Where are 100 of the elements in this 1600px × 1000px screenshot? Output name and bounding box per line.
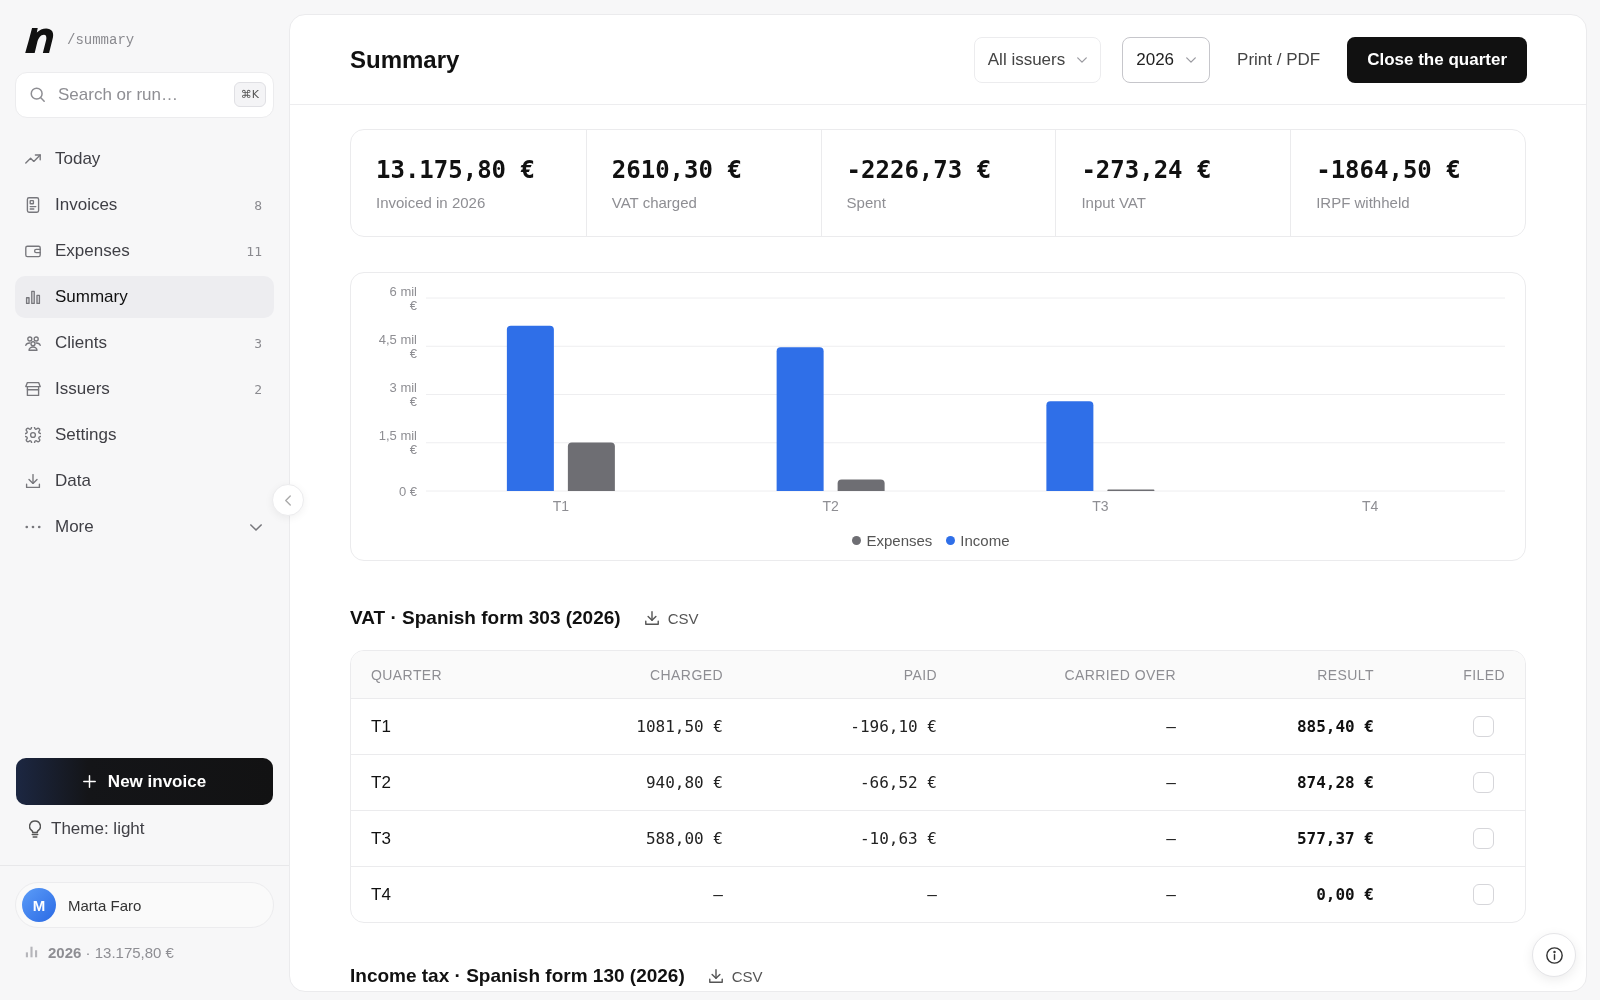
csv-export-button[interactable]: CSV xyxy=(640,607,703,629)
item-count: 3 xyxy=(254,335,262,351)
axis-tick-label: 6 mil € xyxy=(389,283,417,313)
user-menu[interactable]: M Marta Faro xyxy=(15,882,274,928)
nav-item[interactable]: Clients 3 xyxy=(15,322,274,364)
stat-value: 13.175,80 € xyxy=(376,155,536,184)
filed-checkbox[interactable] xyxy=(1473,828,1494,849)
info-icon xyxy=(1545,946,1563,964)
legend-label: Expenses xyxy=(866,532,933,549)
column-header: RESULT xyxy=(1317,666,1374,683)
logo-icon xyxy=(25,27,55,53)
stat-value: -2226,73 € xyxy=(846,155,993,184)
stat-value: -1864,50 € xyxy=(1316,155,1462,184)
table-cell: -196,10 € xyxy=(850,717,937,736)
table-cell: 1081,50 € xyxy=(636,717,723,736)
table-cell: – xyxy=(1166,885,1176,904)
filter-dropdown[interactable]: 2026 xyxy=(1122,36,1211,83)
people-icon xyxy=(25,335,41,351)
filed-checkbox[interactable] xyxy=(1473,716,1494,737)
table-cell: T2 xyxy=(371,772,391,793)
legend-label: Income xyxy=(960,532,1010,549)
table-cell: -66,52 € xyxy=(859,773,937,792)
page-title: Summary xyxy=(350,45,460,74)
chevron-down-icon xyxy=(1077,56,1088,63)
breadcrumb-path: /summary xyxy=(67,32,135,48)
keyboard-shortcut: ⌘K xyxy=(233,82,266,107)
more-menu-item[interactable]: More xyxy=(15,506,274,548)
trend-up-icon xyxy=(25,151,41,167)
axis-tick-label: 0 € xyxy=(398,483,417,499)
item-count: 11 xyxy=(246,243,262,259)
table-cell: – xyxy=(1166,717,1176,736)
theme-toggle[interactable]: Theme: light xyxy=(15,812,155,846)
column-header: CHARGED xyxy=(650,666,723,683)
stat-label: VAT charged xyxy=(611,193,698,211)
nav-item[interactable]: Issuers 2 xyxy=(15,368,274,410)
table-cell: 940,80 € xyxy=(645,773,723,792)
table-cell: 577,37 € xyxy=(1296,829,1374,848)
new-invoice-button[interactable]: New invoice xyxy=(16,758,273,805)
collapse-sidebar-button[interactable] xyxy=(272,484,304,516)
table-cell: – xyxy=(1166,773,1176,792)
table-cell: – xyxy=(927,885,937,904)
axis-tick-label: 4,5 mil € xyxy=(378,331,417,361)
axis-tick-label: 1,5 mil € xyxy=(378,428,417,458)
plus-icon xyxy=(82,775,96,788)
stat-value: -273,24 € xyxy=(1081,155,1213,184)
column-header: CARRIED OVER xyxy=(1064,666,1176,683)
print-button[interactable]: Print / PDF xyxy=(1231,36,1327,83)
nav-item[interactable]: Expenses 11 xyxy=(15,230,274,272)
nav-item[interactable]: Today xyxy=(15,138,274,180)
axis-tick-label: 3 mil € xyxy=(389,380,417,409)
nav-item[interactable]: Settings xyxy=(15,414,274,456)
item-count: 8 xyxy=(254,197,262,213)
bar-chart-icon xyxy=(25,289,41,305)
column-header: QUARTER xyxy=(371,666,443,683)
download-icon xyxy=(25,473,41,489)
download-icon xyxy=(644,611,659,625)
filter-dropdown[interactable]: All issuers xyxy=(973,36,1102,83)
storefront-icon xyxy=(25,381,41,397)
item-count: 2 xyxy=(254,381,262,397)
lightbulb-icon xyxy=(29,820,41,838)
chevron-down-icon xyxy=(1186,56,1197,63)
table-cell: T1 xyxy=(371,716,391,737)
download-icon xyxy=(708,969,723,983)
table-cell: T4 xyxy=(371,884,391,905)
table-cell: – xyxy=(713,885,723,904)
table-cell: 874,28 € xyxy=(1296,773,1374,792)
year-total: 2026 · 13.175,80 € xyxy=(48,943,174,961)
receipt-icon xyxy=(25,197,41,213)
axis-category-label: T1 xyxy=(552,498,570,514)
table-cell: 0,00 € xyxy=(1316,885,1374,904)
column-header: PAID xyxy=(903,666,937,683)
table-cell: -10,63 € xyxy=(859,829,937,848)
nav-item[interactable]: Data xyxy=(15,460,274,502)
table-cell: – xyxy=(1166,829,1176,848)
stat-label: Spent xyxy=(846,193,887,211)
stat-label: Invoiced in 2026 xyxy=(376,193,487,211)
section-title: VAT · Spanish form 303 (2026) xyxy=(350,607,621,629)
user-avatar: M xyxy=(22,888,56,922)
column-header: FILED xyxy=(1463,666,1505,683)
axis-category-label: T2 xyxy=(822,498,839,514)
table-cell: 588,00 € xyxy=(645,829,723,848)
section-title: Income tax · Spanish form 130 (2026) xyxy=(350,965,685,987)
stat-value: 2610,30 € xyxy=(611,155,743,184)
bar-chart-icon xyxy=(25,946,38,958)
axis-category-label: T4 xyxy=(1361,498,1379,514)
filed-checkbox[interactable] xyxy=(1473,772,1494,793)
table-cell: T3 xyxy=(371,828,391,849)
csv-export-button[interactable]: CSV xyxy=(704,965,767,987)
nav-item[interactable]: Summary xyxy=(15,276,274,318)
axis-category-label: T3 xyxy=(1092,498,1109,514)
table-cell: 885,40 € xyxy=(1296,717,1374,736)
filed-checkbox[interactable] xyxy=(1473,884,1494,905)
nav-item[interactable]: Invoices 8 xyxy=(15,184,274,226)
stat-label: Input VAT xyxy=(1081,193,1147,211)
close-quarter-button[interactable]: Close the quarter xyxy=(1347,36,1527,83)
wallet-icon xyxy=(25,243,41,259)
stat-label: IRPF withheld xyxy=(1316,193,1411,211)
chevron-left-icon xyxy=(285,494,291,506)
gear-icon xyxy=(25,427,41,443)
search-icon xyxy=(30,87,45,102)
